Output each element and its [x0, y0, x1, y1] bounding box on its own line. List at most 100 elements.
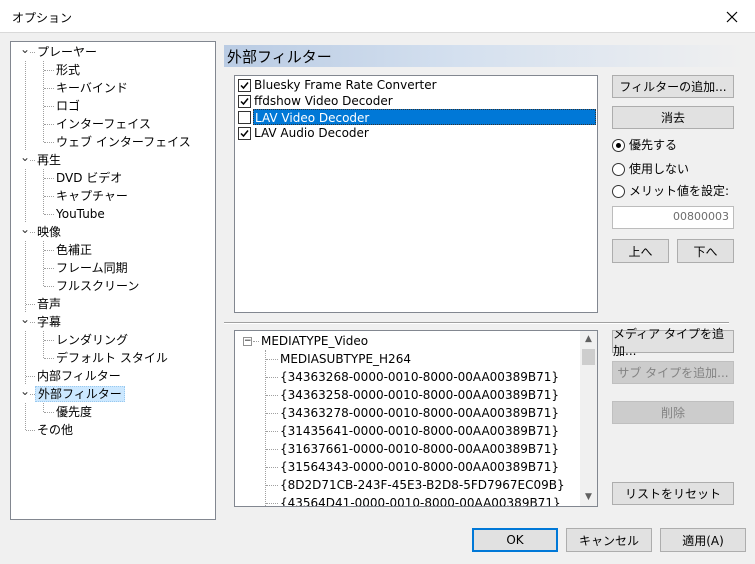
reset-list-button[interactable]: リストをリセット [612, 482, 734, 505]
tree-expand-chevron-icon[interactable]: ⌄ [20, 223, 30, 241]
media-subtype-item[interactable]: {34363258-0000-0010-8000-00AA00389B71} [280, 386, 559, 404]
options-tree[interactable]: ⌄ プレーヤー形式キーバインド ロゴインターフェイスウェブ インターフェイス ⌄ 再生 D… [10, 41, 216, 520]
media-subtype-item[interactable]: {43564D41-0000-0010-8000-00AA00389B71} [280, 494, 561, 506]
tree-item[interactable]: キャプチャー [54, 187, 130, 205]
tree-expand-chevron-icon[interactable]: ⌄ [20, 151, 30, 169]
filter-list[interactable]: Bluesky Frame Rate Converter ffdshow Vide… [234, 75, 598, 313]
media-type-root[interactable]: MEDIATYPE_Video [261, 332, 368, 350]
tree-item-label: 外部フィルター [35, 386, 125, 402]
radio-merit-label: メリット値を設定: [629, 184, 730, 198]
tree-item-label: 字幕 [37, 315, 62, 329]
tree-item[interactable]: DVD ビデオ [54, 169, 124, 187]
media-collapse-icon[interactable]: − [243, 337, 252, 346]
tree-child-line [43, 169, 44, 214]
checkmark-icon [240, 82, 249, 90]
tree-item-label: フルスクリーン [56, 279, 140, 293]
merit-value-field[interactable]: 00800003 [612, 206, 734, 229]
media-scrollbar[interactable]: ▲ ▼ [580, 331, 597, 506]
add-subtype-button[interactable]: サブ タイプを追加... [612, 361, 734, 384]
tree-item[interactable]: ウェブ インターフェイス [54, 133, 193, 151]
media-subtype-item[interactable]: {8D2D71CB-243F-45E3-B2D8-5FD7967EC09B} [280, 476, 565, 494]
scroll-down-arrow-icon[interactable]: ▼ [580, 489, 597, 506]
tree-item[interactable]: ロゴ [54, 97, 82, 115]
tree-branch-line [44, 178, 54, 179]
radio-merit-indicator[interactable] [612, 185, 625, 198]
media-branch-line [266, 449, 278, 450]
tree-item[interactable]: デフォルト スタイル [54, 349, 170, 367]
scroll-up-arrow-icon[interactable]: ▲ [580, 331, 597, 348]
filter-item[interactable]: LAV Video Decoder [236, 109, 596, 125]
tree-branch-line [44, 250, 54, 251]
media-subtype-item[interactable]: MEDIASUBTYPE_H264 [280, 350, 411, 368]
checkmark-icon [240, 130, 249, 138]
move-up-button[interactable]: 上へ [612, 239, 669, 263]
tree-item-label: フレーム同期 [56, 261, 128, 275]
tree-item[interactable]: フレーム同期 [54, 259, 130, 277]
apply-button[interactable]: 適用(A) [660, 528, 746, 552]
filter-checkbox[interactable] [238, 111, 251, 124]
tree-item-label: プレーヤー [37, 45, 98, 59]
media-subtype-item[interactable]: {31435641-0000-0010-8000-00AA00389B71} [280, 422, 559, 440]
tree-item[interactable]: 字幕 [35, 313, 63, 331]
tree-child-line [43, 331, 44, 358]
media-child-line [265, 350, 266, 506]
radio-block-indicator[interactable] [612, 163, 625, 176]
media-branch-line [266, 377, 278, 378]
tree-item[interactable]: 優先度 [54, 403, 94, 421]
tree-item[interactable]: 形式 [54, 61, 82, 79]
tree-item[interactable]: レンダリング [54, 331, 130, 349]
delete-button[interactable]: 削除 [612, 401, 734, 424]
checkmark-icon [240, 98, 249, 106]
tree-item[interactable]: キーバインド [54, 79, 130, 97]
tree-child-line [43, 403, 44, 412]
filter-item[interactable]: ffdshow Video Decoder [236, 93, 596, 109]
tree-item[interactable]: プレーヤー [35, 43, 99, 61]
remove-button[interactable]: 消去 [612, 106, 734, 129]
ok-button[interactable]: OK [472, 528, 558, 552]
media-subtype-item[interactable]: {34363278-0000-0010-8000-00AA00389B71} [280, 404, 559, 422]
scroll-thumb[interactable] [582, 349, 595, 365]
tree-expand-chevron-icon[interactable]: ⌄ [20, 313, 30, 331]
tree-item-label: デフォルト スタイル [56, 351, 168, 365]
tree-item-label: インターフェイス [56, 117, 151, 131]
tree-item[interactable]: 再生 [35, 151, 63, 169]
tree-branch-line [44, 214, 54, 215]
tree-item[interactable]: 内部フィルター [35, 367, 123, 385]
filter-item[interactable]: Bluesky Frame Rate Converter [236, 77, 596, 93]
tree-item-label: DVD ビデオ [56, 171, 123, 185]
radio-block-label: 使用しない [629, 162, 690, 176]
add-media-type-button[interactable]: メディア タイプを追加... [612, 327, 734, 358]
move-down-button[interactable]: 下へ [677, 239, 734, 263]
tree-branch-line [44, 268, 54, 269]
tree-item[interactable]: 色補正 [54, 241, 94, 259]
tree-expand-chevron-icon[interactable]: ⌄ [20, 385, 30, 403]
filter-checkbox[interactable] [238, 127, 251, 140]
filter-checkbox[interactable] [238, 95, 251, 108]
tree-item-label: 形式 [56, 63, 81, 77]
media-subtype-item[interactable]: {31637661-0000-0010-8000-00AA00389B71} [280, 440, 559, 458]
tree-item-label: ウェブ インターフェイス [56, 135, 191, 149]
tree-branch-line [44, 142, 54, 143]
filter-item[interactable]: LAV Audio Decoder [236, 125, 596, 141]
filter-checkbox[interactable] [238, 79, 251, 92]
title-bar: オプション [0, 0, 755, 33]
media-branch-line [266, 395, 278, 396]
radio-prefer-indicator[interactable] [612, 139, 625, 152]
tree-item[interactable]: 外部フィルター [35, 385, 125, 403]
close-icon [726, 11, 738, 22]
tree-item[interactable]: その他 [35, 421, 75, 439]
close-button[interactable] [709, 0, 755, 33]
tree-expand-chevron-icon[interactable]: ⌄ [20, 43, 30, 61]
tree-item[interactable]: YouTube [54, 205, 107, 223]
media-subtype-item[interactable]: {31564343-0000-0010-8000-00AA00389B71} [280, 458, 559, 476]
media-type-tree[interactable]: ▲ ▼ − MEDIATYPE_Video MEDIASUBTYPE_H264 {34… [234, 330, 598, 507]
media-subtype-item[interactable]: {34363268-0000-0010-8000-00AA00389B71} [280, 368, 559, 386]
tree-item[interactable]: インターフェイス [54, 115, 153, 133]
cancel-button[interactable]: キャンセル [566, 528, 652, 552]
tree-item[interactable]: フルスクリーン [54, 277, 141, 295]
tree-item[interactable]: 映像 [35, 223, 63, 241]
add-filter-button[interactable]: フィルターの追加... [612, 75, 734, 98]
media-branch-line [266, 431, 278, 432]
tree-item[interactable]: 音声 [35, 295, 63, 313]
tree-branch-line [44, 412, 54, 413]
